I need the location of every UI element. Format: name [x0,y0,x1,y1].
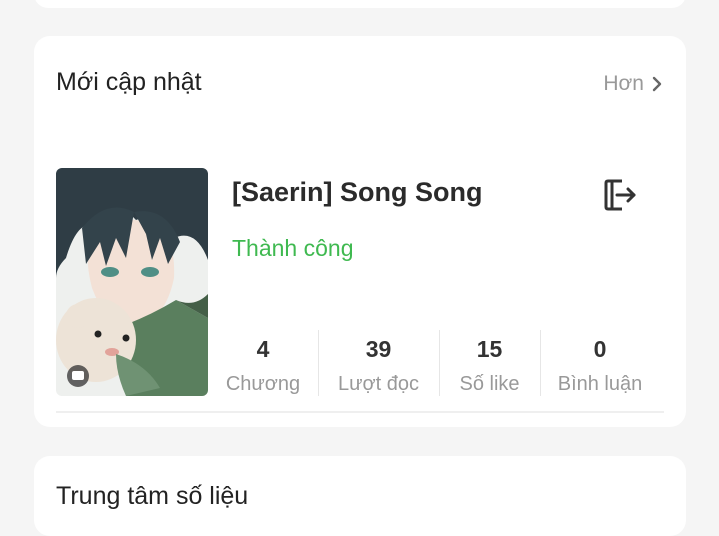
more-label: Hơn [603,72,644,95]
book-title[interactable]: [Saerin] Song Song [232,177,483,208]
chevron-right-icon [652,76,662,92]
stat-label: Lượt đọc [338,373,419,395]
book-status: Thành công [232,235,354,261]
book-stats: 4 Chương 39 Lượt đọc 15 Số like 0 Bình l… [208,330,660,396]
divider [56,411,664,413]
stat-value: 4 [256,336,270,362]
stat-label: Bình luận [557,373,643,395]
section-title: Mới cập nhật [56,68,202,96]
stat-comments: 0 Bình luận [540,330,660,396]
stat-likes: 15 Số like [439,330,540,396]
stat-label: Chương [225,373,301,395]
stat-value: 0 [593,336,607,362]
stat-value: 15 [476,336,503,362]
book-cover[interactable] [56,168,208,396]
logout-icon[interactable] [600,175,640,215]
data-center-title: Trung tâm số liệu [56,482,249,510]
previous-card [34,0,686,8]
more-link[interactable]: Hơn [603,72,662,96]
data-center-card: Trung tâm số liệu [34,456,686,536]
recent-updates-card: Mới cập nhật Hơn [Saerin] Song Song Thàn… [34,36,686,427]
stat-chapters: 4 Chương [208,330,318,396]
stat-label: Số like [459,373,520,395]
stat-reads: 39 Lượt đọc [318,330,439,396]
stat-value: 39 [365,336,392,362]
book-cover-image [56,168,208,396]
